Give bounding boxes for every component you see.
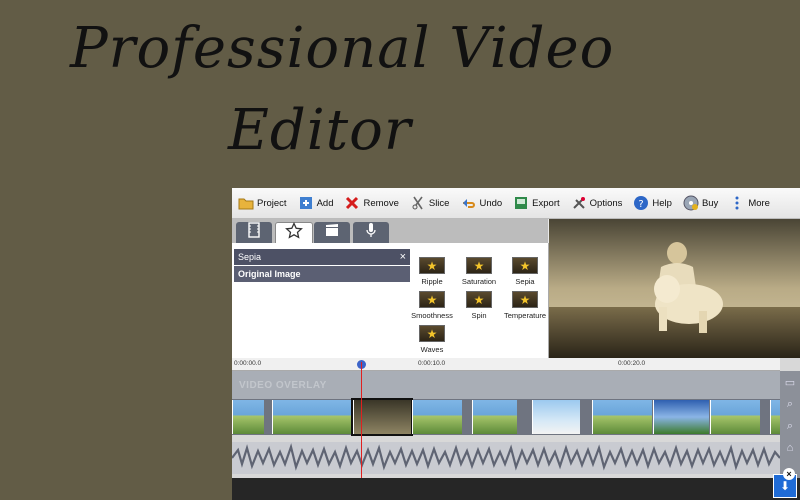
ruler-mark: 0:00:20.0 bbox=[618, 360, 646, 367]
more-button[interactable]: More bbox=[723, 188, 775, 218]
microphone-icon bbox=[363, 222, 379, 243]
playhead-line bbox=[361, 362, 362, 478]
effect-star-icon: ★ bbox=[512, 257, 538, 274]
options-button[interactable]: Options bbox=[565, 188, 628, 218]
video-clip[interactable] bbox=[592, 400, 652, 434]
timeline: 0:00:00.0 0:00:10.0 0:00:20.0 VIDEO OVER… bbox=[232, 358, 800, 500]
zoom-in-icon[interactable]: ⌕ bbox=[780, 393, 800, 415]
zoom-out-icon[interactable]: ⌕ bbox=[780, 415, 800, 437]
ruler-mark: 0:00:10.0 bbox=[418, 360, 446, 367]
tab-audio[interactable] bbox=[353, 222, 389, 243]
video-track[interactable] bbox=[232, 398, 780, 436]
folder-icon bbox=[238, 195, 254, 211]
overlay-track-label: VIDEO OVERLAY bbox=[239, 380, 327, 391]
clapperboard-icon bbox=[324, 222, 340, 243]
video-clip[interactable] bbox=[770, 400, 780, 434]
original-image-label: Original Image bbox=[238, 269, 301, 279]
effects-panel: Sepia × Original Image ★ Ripple ★ Satura… bbox=[232, 243, 549, 358]
buy-disc-icon bbox=[683, 195, 699, 211]
film-strip-icon bbox=[246, 222, 262, 243]
effect-label: Saturation bbox=[461, 277, 497, 286]
timeline-side-tools: ▭ ⌕ ⌕ ⌂ bbox=[780, 371, 800, 478]
export-button[interactable]: Export bbox=[507, 188, 564, 218]
video-overlay-track[interactable]: VIDEO OVERLAY bbox=[232, 371, 780, 399]
star-icon bbox=[285, 221, 303, 245]
effect-sepia[interactable]: ★ Sepia bbox=[495, 257, 555, 286]
options-label: Options bbox=[589, 197, 623, 209]
video-clip[interactable] bbox=[710, 400, 760, 434]
undo-label: Undo bbox=[479, 197, 503, 209]
remove-button[interactable]: Remove bbox=[338, 188, 403, 218]
video-clip[interactable] bbox=[472, 400, 517, 434]
options-tools-icon bbox=[571, 195, 587, 211]
export-icon bbox=[513, 195, 529, 211]
timeline-layout-icon[interactable]: ▭ bbox=[780, 371, 800, 393]
effect-star-icon: ★ bbox=[419, 291, 445, 308]
add-button[interactable]: Add bbox=[292, 188, 339, 218]
applied-effect-row[interactable]: Sepia × bbox=[234, 249, 410, 265]
audio-track[interactable] bbox=[232, 442, 781, 474]
promo-headline: Professional Video Editor bbox=[0, 0, 800, 190]
headline-line-1: Professional Video bbox=[70, 16, 615, 81]
project-button[interactable]: Project bbox=[232, 188, 292, 218]
applied-effect-name: Sepia bbox=[238, 252, 262, 262]
video-clip[interactable] bbox=[412, 400, 462, 434]
more-label: More bbox=[748, 197, 770, 209]
add-label: Add bbox=[316, 197, 334, 209]
video-clip[interactable] bbox=[653, 400, 709, 434]
original-image-row[interactable]: Original Image bbox=[234, 266, 410, 282]
project-label: Project bbox=[257, 197, 287, 209]
undo-button[interactable]: Undo bbox=[454, 188, 507, 218]
buy-label: Buy bbox=[701, 197, 719, 209]
tab-effects[interactable] bbox=[275, 221, 313, 245]
more-vertical-icon bbox=[729, 195, 745, 211]
effect-label: Sepia bbox=[515, 277, 535, 286]
preview-frame-image bbox=[549, 219, 800, 358]
effect-label: Smoothness bbox=[411, 311, 453, 320]
svg-text:?: ? bbox=[639, 199, 644, 210]
effect-label: Ripple bbox=[421, 277, 443, 286]
close-badge-icon[interactable]: × bbox=[783, 468, 795, 480]
undo-icon bbox=[460, 195, 476, 211]
remove-x-icon bbox=[344, 195, 360, 211]
effect-star-icon: ★ bbox=[466, 291, 492, 308]
add-media-icon bbox=[298, 195, 314, 211]
effect-star-icon: ★ bbox=[466, 257, 492, 274]
help-label: Help bbox=[652, 197, 672, 209]
video-editor-window: Project Add Remove Slice Undo Export Opt… bbox=[232, 188, 800, 500]
video-preview[interactable] bbox=[549, 219, 800, 358]
effect-star-icon: ★ bbox=[419, 257, 445, 274]
effect-temperature[interactable]: ★ Temperature bbox=[495, 291, 555, 320]
slice-icon bbox=[410, 195, 426, 211]
video-clip[interactable] bbox=[232, 400, 264, 434]
export-label: Export bbox=[532, 197, 560, 209]
video-clip[interactable] bbox=[272, 400, 352, 434]
ruler-mark: 0:00:00.0 bbox=[234, 360, 262, 367]
buy-button[interactable]: Buy bbox=[677, 188, 723, 218]
status-bar bbox=[232, 478, 800, 500]
video-clip[interactable] bbox=[532, 400, 580, 434]
headline-line-2: Editor bbox=[228, 98, 412, 163]
panel-tabs bbox=[232, 219, 548, 245]
effect-waves[interactable]: ★ Waves bbox=[402, 325, 462, 354]
slice-label: Slice bbox=[428, 197, 450, 209]
effect-label: Temperature bbox=[503, 311, 547, 320]
help-icon: ? bbox=[633, 195, 649, 211]
time-ruler[interactable]: 0:00:00.0 0:00:10.0 0:00:20.0 bbox=[232, 358, 780, 371]
home-icon[interactable]: ⌂ bbox=[780, 437, 800, 459]
effect-star-icon: ★ bbox=[512, 291, 538, 308]
help-button[interactable]: ? Help bbox=[627, 188, 677, 218]
tab-transitions[interactable] bbox=[314, 222, 350, 243]
effect-label: Waves bbox=[420, 345, 444, 354]
audio-waveform bbox=[232, 443, 781, 471]
slice-button[interactable]: Slice bbox=[404, 188, 455, 218]
remove-label: Remove bbox=[363, 197, 399, 209]
effect-star-icon: ★ bbox=[419, 325, 445, 342]
effect-label: Spin bbox=[471, 311, 487, 320]
main-toolbar: Project Add Remove Slice Undo Export Opt… bbox=[232, 188, 800, 219]
tab-media[interactable] bbox=[236, 222, 272, 243]
